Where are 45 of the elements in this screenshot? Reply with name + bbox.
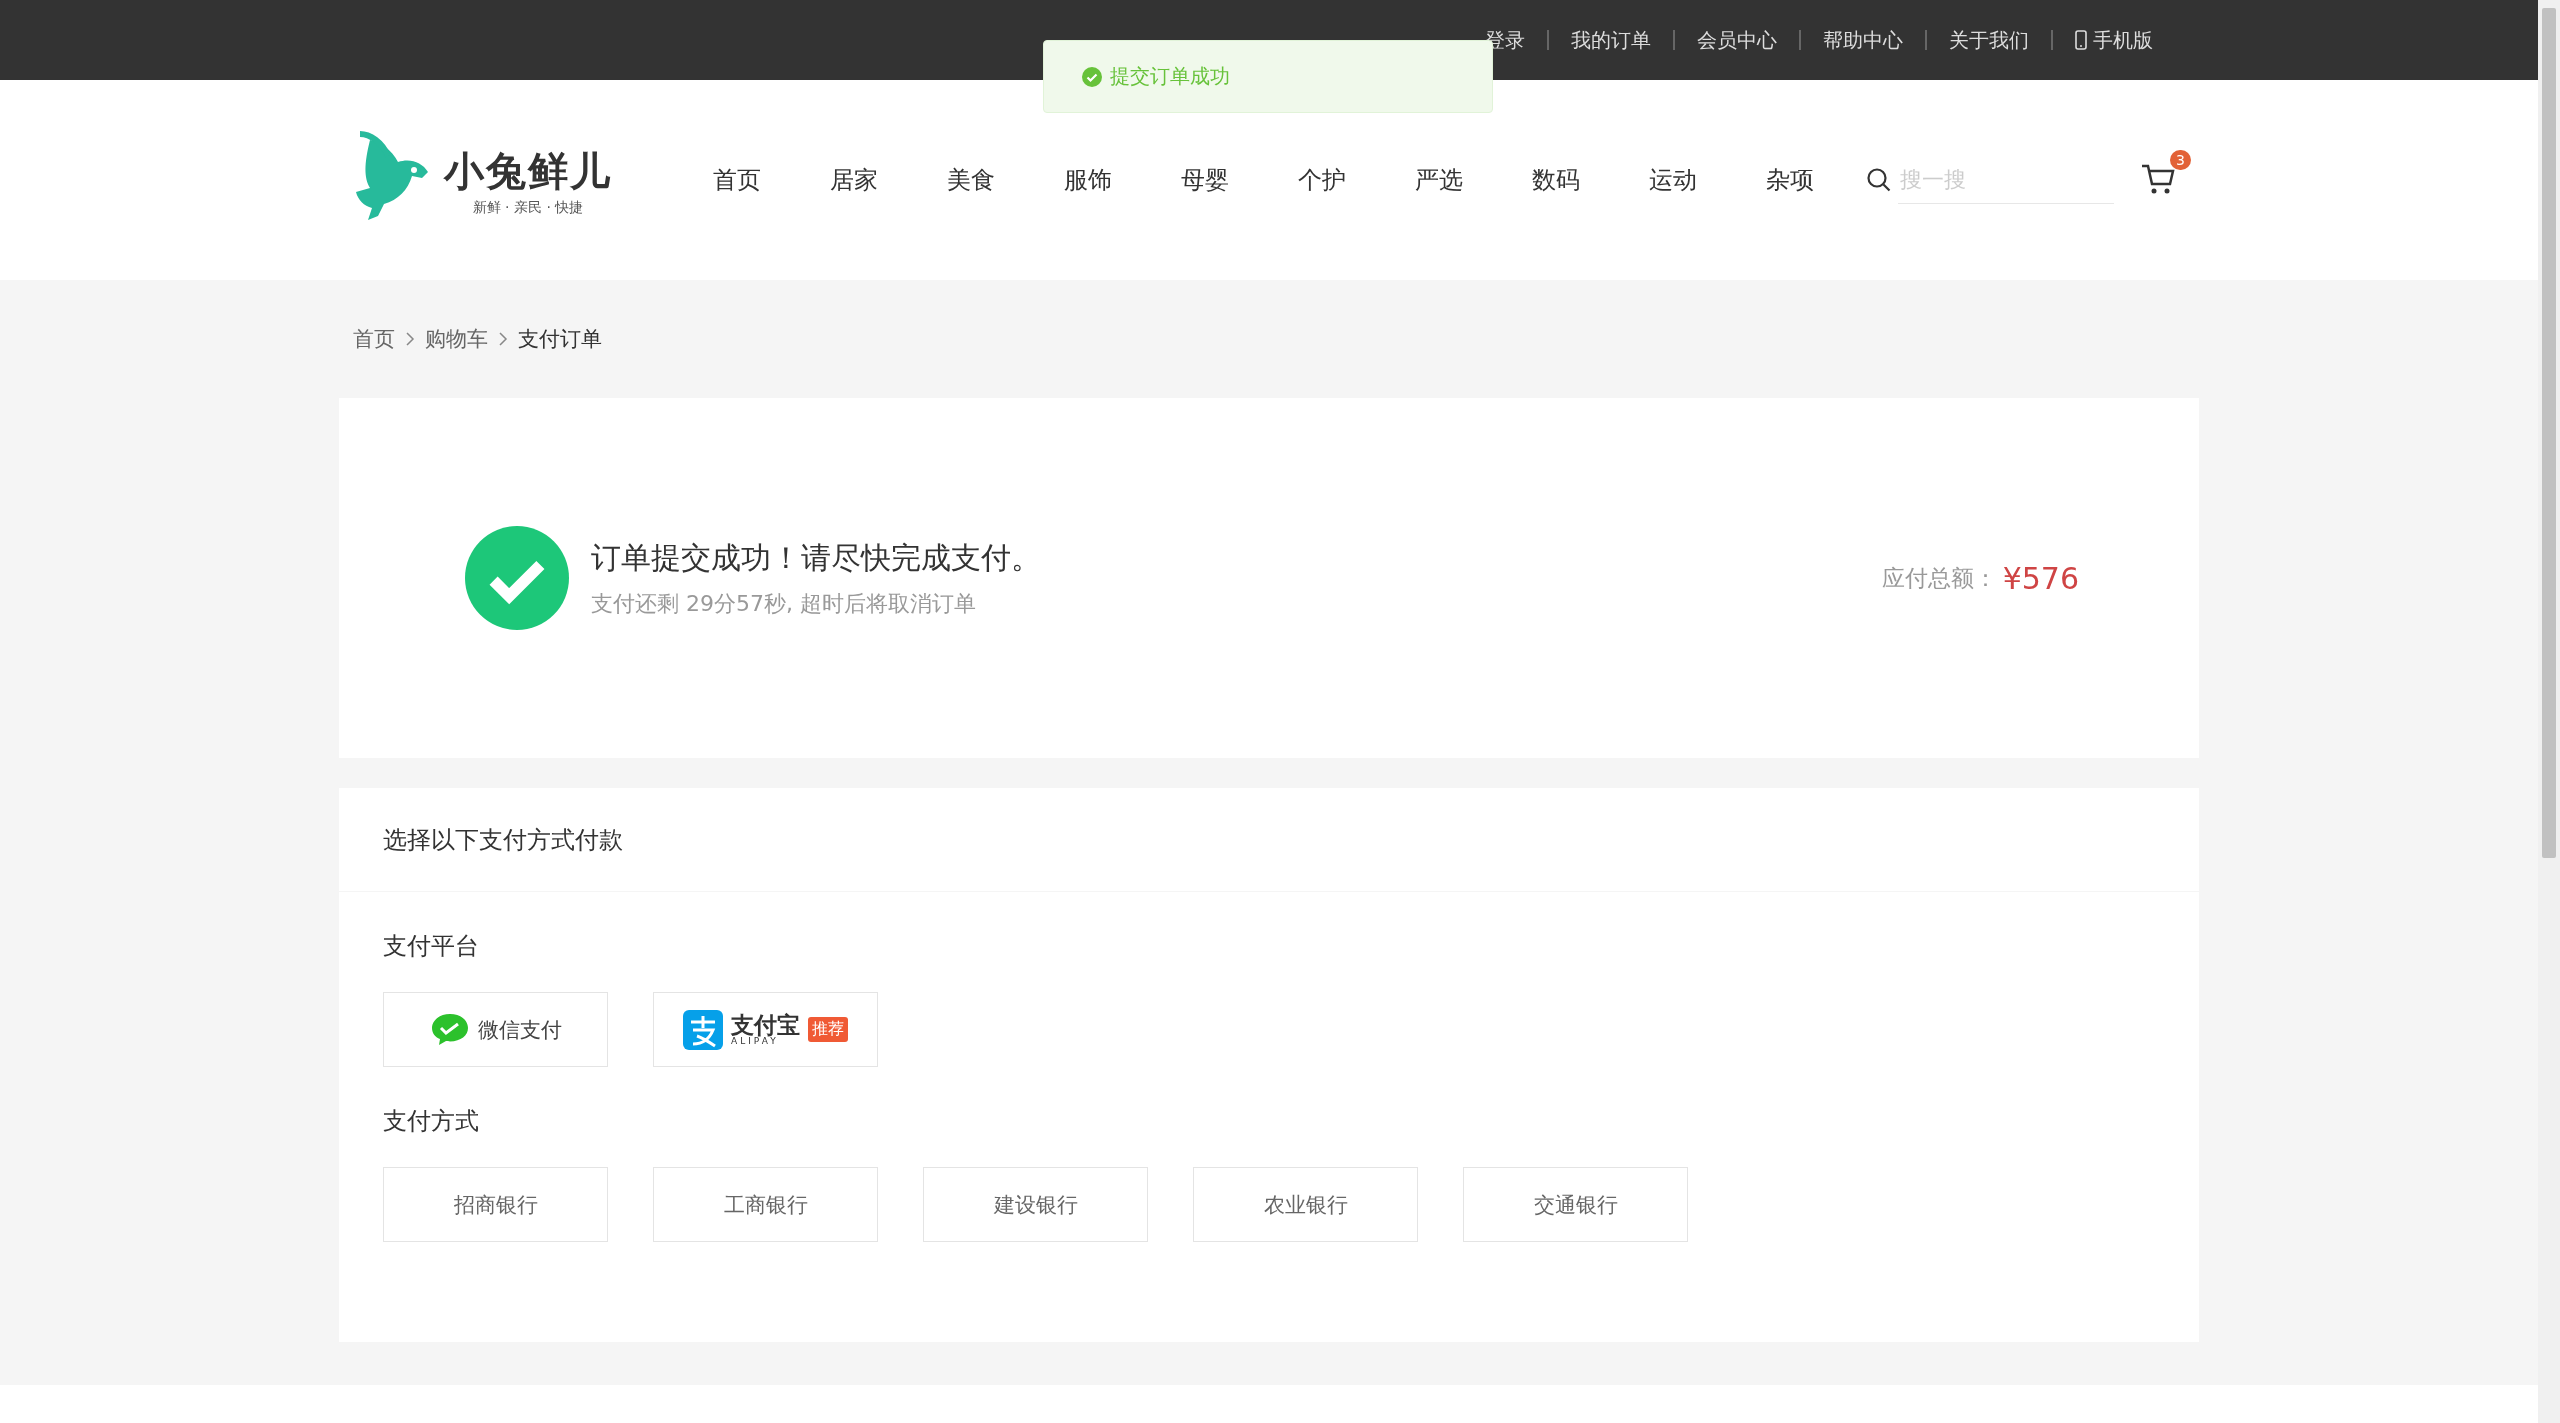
top-link[interactable]: 我的订单 (1547, 30, 1673, 50)
toast-text: 提交订单成功 (1110, 63, 1230, 90)
breadcrumb-link[interactable]: 支付订单 (518, 325, 602, 353)
alipay-button[interactable]: 支付宝 ALIPAY 推荐 (653, 992, 878, 1067)
nav-link[interactable]: 数码 (1521, 164, 1590, 196)
nav-link[interactable]: 个护 (1287, 164, 1356, 196)
success-check-icon (465, 526, 569, 630)
section-title: 支付方式 (383, 1106, 480, 1137)
order-success-title: 订单提交成功！请尽快完成支付。 (591, 538, 1042, 577)
countdown-text: 支付还剩 29分57秒, 超时后将取消订单 (591, 589, 977, 618)
top-link[interactable]: 会员中心 (1673, 30, 1799, 50)
breadcrumb-link[interactable]: 首页 (353, 325, 395, 353)
payment-heading: 选择以下支付方式付款 (339, 788, 2199, 892)
top-link[interactable]: 关于我们 (1925, 30, 2051, 50)
logo-name: 小兔鲜儿 (444, 146, 612, 196)
nav-link[interactable]: 运动 (1638, 164, 1707, 196)
total-amount: ¥576 (2002, 560, 2079, 596)
top-link[interactable]: 帮助中心 (1799, 30, 1925, 50)
chevron-right-icon (498, 332, 508, 346)
bank-button[interactable]: 交通银行 (1463, 1167, 1688, 1242)
nav-link[interactable]: 服饰 (1053, 164, 1122, 196)
logo-slogan: 新鲜 · 亲民 · 快捷 (472, 198, 584, 217)
nav-link[interactable]: 美食 (936, 164, 1005, 196)
nav-link[interactable]: 杂项 (1755, 164, 1824, 196)
nav-link[interactable]: 母婴 (1170, 164, 1239, 196)
chat-bubble-icon (429, 1011, 470, 1048)
alipay-logo-icon (683, 1009, 723, 1050)
breadcrumb-link[interactable]: 购物车 (425, 325, 488, 353)
cart-count-badge: 3 (2170, 150, 2191, 170)
total-label: 应付总额： (1881, 563, 1997, 593)
bank-button[interactable]: 农业银行 (1193, 1167, 1418, 1242)
section-title: 支付平台 (383, 931, 480, 962)
phone-icon (2075, 30, 2087, 50)
search-icon (1866, 167, 1892, 193)
scrollbar-thumb[interactable] (2542, 8, 2556, 858)
nav-link[interactable]: 严选 (1404, 164, 1473, 196)
chevron-right-icon (405, 332, 415, 346)
bank-button[interactable]: 招商银行 (383, 1167, 608, 1242)
check-icon (1082, 66, 1102, 87)
bank-button[interactable]: 工商银行 (653, 1167, 878, 1242)
nav-link[interactable]: 首页 (702, 164, 771, 196)
mobile-link[interactable]: 手机版 (2051, 30, 2175, 50)
bank-button[interactable]: 建设银行 (923, 1167, 1148, 1242)
wechat-pay-button[interactable]: 微信支付 (383, 992, 608, 1067)
nav-link[interactable]: 居家 (819, 164, 888, 196)
